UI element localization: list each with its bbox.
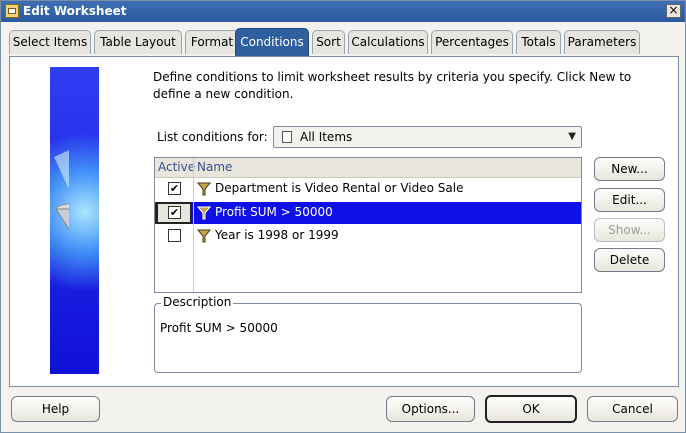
funnel-illustration: 4 5 12 1 3 bbox=[50, 67, 99, 374]
conditions-panel: 4 5 12 1 3 Define conditions to limit wo… bbox=[9, 56, 679, 387]
show-button[interactable]: Show... bbox=[594, 218, 665, 242]
table-header: Active Name bbox=[155, 158, 581, 178]
tab-select-items[interactable]: Select Items bbox=[9, 30, 91, 54]
document-icon bbox=[282, 131, 292, 143]
column-divider bbox=[193, 158, 194, 292]
edit-worksheet-dialog: Edit Worksheet × Select Items Table Layo… bbox=[0, 0, 686, 433]
chevron-down-icon: ▼ bbox=[568, 131, 576, 142]
description-box: Description Profit SUM > 50000 bbox=[154, 295, 582, 373]
list-conditions-label: List conditions for: bbox=[157, 130, 268, 144]
table-row[interactable]: ✔ Department is Video Rental or Video Sa… bbox=[155, 178, 581, 200]
active-checkbox[interactable]: ✔ bbox=[168, 206, 181, 219]
ok-button[interactable]: OK bbox=[485, 395, 577, 423]
new-button[interactable]: New... bbox=[594, 157, 665, 181]
tab-format[interactable]: Format bbox=[185, 30, 239, 54]
intro-text: Define conditions to limit worksheet res… bbox=[153, 70, 632, 101]
conditions-table: Active Name ✔ Department is Video Rental… bbox=[154, 157, 582, 293]
active-checkbox[interactable]: ✔ bbox=[168, 182, 181, 195]
condition-name: Department is Video Rental or Video Sale bbox=[215, 181, 464, 195]
description-text: Profit SUM > 50000 bbox=[160, 321, 278, 335]
table-row[interactable]: ✔ Profit SUM > 50000 bbox=[155, 202, 581, 224]
list-conditions-value: All Items bbox=[300, 130, 353, 144]
tab-totals[interactable]: Totals bbox=[516, 30, 561, 54]
options-button[interactable]: Options... bbox=[386, 396, 475, 422]
funnel-icon bbox=[197, 182, 211, 196]
edit-button[interactable]: Edit... bbox=[594, 188, 665, 212]
tab-percentages[interactable]: Percentages bbox=[431, 30, 513, 54]
tab-table-layout[interactable]: Table Layout bbox=[94, 30, 182, 54]
tab-sort[interactable]: Sort bbox=[312, 30, 345, 54]
funnel-icon bbox=[197, 229, 211, 243]
worksheet-icon bbox=[5, 4, 19, 18]
description-legend: Description bbox=[161, 295, 234, 309]
table-row[interactable]: Year is 1998 or 1999 bbox=[155, 225, 581, 247]
header-active: Active bbox=[158, 160, 196, 174]
cancel-button[interactable]: Cancel bbox=[587, 396, 678, 422]
funnel-icon bbox=[197, 206, 211, 220]
delete-button[interactable]: Delete bbox=[594, 248, 665, 272]
window-title: Edit Worksheet bbox=[23, 4, 127, 18]
condition-name: Profit SUM > 50000 bbox=[215, 205, 333, 219]
help-button[interactable]: Help bbox=[11, 396, 100, 422]
funnel-icon: 4 5 12 1 3 bbox=[54, 150, 69, 231]
title-bar[interactable]: Edit Worksheet × bbox=[1, 1, 685, 22]
list-conditions-select[interactable]: All Items ▼ bbox=[273, 126, 582, 148]
condition-name: Year is 1998 or 1999 bbox=[215, 228, 339, 242]
active-checkbox[interactable] bbox=[168, 229, 181, 242]
tab-parameters[interactable]: Parameters bbox=[564, 30, 640, 54]
tab-calculations[interactable]: Calculations bbox=[348, 30, 428, 54]
header-name: Name bbox=[197, 160, 233, 174]
tab-conditions[interactable]: Conditions bbox=[235, 28, 309, 56]
close-button[interactable]: × bbox=[666, 4, 681, 18]
